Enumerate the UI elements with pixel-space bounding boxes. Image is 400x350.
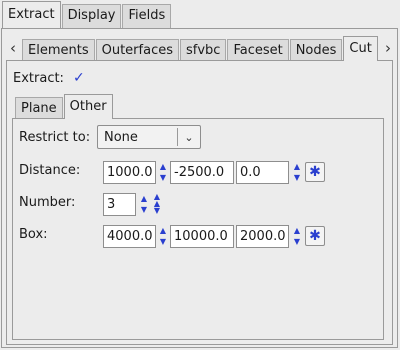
tab-other[interactable]: Other — [63, 94, 113, 119]
number-input[interactable]: 3 — [103, 193, 136, 216]
restrict-select-value: None — [104, 129, 138, 145]
tab-plane[interactable]: Plane — [15, 97, 63, 119]
tab-nodes[interactable]: Nodes — [289, 39, 343, 61]
other-panel: Restrict to: None ⌄ Distance: 1000.0 ▲ ▼ … — [12, 118, 384, 340]
asterisk-icon[interactable]: ✱ — [305, 162, 325, 182]
box-label: Box: — [19, 227, 48, 242]
restrict-label: Restrict to: — [19, 130, 91, 145]
extract-toggle-row: Extract: ✓ — [13, 69, 85, 87]
distance-y-input[interactable]: -2500.0 — [170, 161, 234, 184]
restrict-select[interactable]: None ⌄ — [97, 125, 201, 149]
tab-display[interactable]: Display — [61, 4, 122, 28]
cut-mode-tab-bar: Plane Other — [15, 94, 114, 119]
tab-faceset[interactable]: Faceset — [227, 39, 289, 61]
distance-z-input[interactable]: 0.0 — [236, 161, 289, 184]
cut-panel: Extract: ✓ Plane Other Restrict to: None… — [6, 60, 393, 345]
double-arrow-icon[interactable]: ▲ ▲ ▼ — [151, 193, 163, 215]
extract-type-tab-bar: Elements Outerfaces sfvbc Faceset Nodes … — [22, 36, 379, 61]
distance-z-spinner[interactable]: ▲ ▼ — [292, 161, 302, 183]
number-label: Number: — [19, 195, 76, 210]
top-tab-bar: Extract Display Fields — [2, 1, 172, 28]
checkmark-icon[interactable]: ✓ — [73, 70, 85, 86]
chevron-down-icon: ⌄ — [184, 130, 194, 144]
tab-cut[interactable]: Cut — [343, 36, 378, 61]
chevron-right-icon[interactable]: › — [381, 37, 395, 59]
extract-panel: ‹ Elements Outerfaces sfvbc Faceset Node… — [1, 28, 398, 348]
tab-sfvbc[interactable]: sfvbc — [179, 39, 227, 61]
distance-label: Distance: — [19, 163, 81, 178]
box-y-input[interactable]: 10000.0 — [170, 225, 234, 248]
chevron-left-icon[interactable]: ‹ — [6, 37, 20, 59]
box-z-input[interactable]: 2000.0 — [236, 225, 289, 248]
asterisk-icon[interactable]: ✱ — [305, 226, 325, 246]
extract-dialog: Extract Display Fields ‹ Elements Outerf… — [0, 0, 400, 350]
tab-elements[interactable]: Elements — [22, 39, 95, 61]
distance-x-input[interactable]: 1000.0 — [103, 161, 156, 184]
tab-extract[interactable]: Extract — [2, 1, 61, 28]
box-z-spinner[interactable]: ▲ ▼ — [292, 225, 302, 247]
distance-x-spinner[interactable]: ▲ ▼ — [158, 161, 168, 183]
box-x-input[interactable]: 4000.0 — [103, 225, 156, 248]
number-spinner[interactable]: ▲ ▼ — [139, 193, 149, 215]
tab-outerfaces[interactable]: Outerfaces — [95, 39, 179, 61]
extract-label: Extract: — [13, 70, 64, 86]
box-x-spinner[interactable]: ▲ ▼ — [158, 225, 168, 247]
tab-fields[interactable]: Fields — [122, 4, 172, 28]
